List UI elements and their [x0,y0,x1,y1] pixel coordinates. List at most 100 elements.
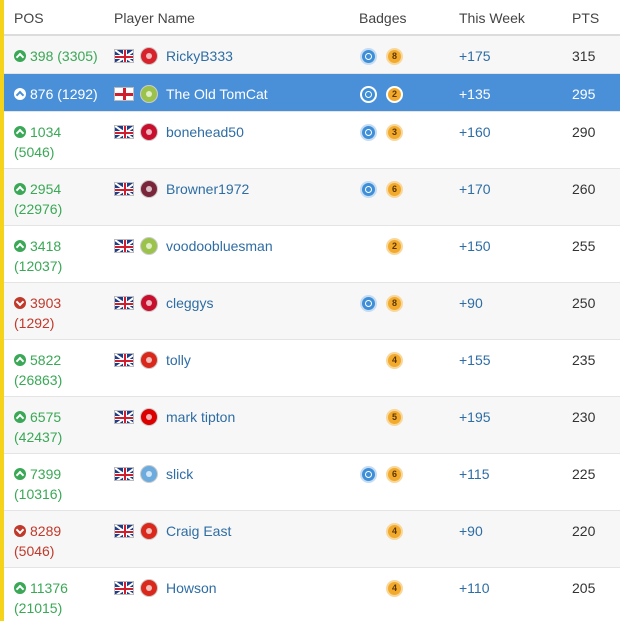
table-row[interactable]: 3418 (12037) voodoobluesman 2 +150 255 [4,226,620,283]
gold-badge-icon[interactable]: 8 [386,47,403,65]
player-name-link[interactable]: tolly [166,350,191,370]
uk-flag-icon [114,410,134,424]
previous-position-value: (22976) [14,201,63,217]
total-points: 230 [572,409,596,425]
target-badge-icon[interactable] [360,85,377,103]
uk-flag-icon [114,49,134,63]
arrow-up-icon [14,183,26,195]
player-name-link[interactable]: bonehead50 [166,122,244,142]
position-cell: 11376 (21015) [14,578,110,618]
gold-badge-icon[interactable]: 5 [386,408,403,426]
gold-badge-icon[interactable]: 3 [386,123,403,141]
this-week-points[interactable]: +90 [459,521,483,541]
position-cell: 398 (3305) [14,46,110,66]
player-name-link[interactable]: mark tipton [166,407,235,427]
position-value: 11376 [30,580,68,596]
player-cell: voodoobluesman [114,236,354,256]
arrow-up-icon [14,354,26,366]
player-cell: Craig East [114,521,354,541]
player-name-link[interactable]: cleggys [166,293,213,313]
player-name-link[interactable]: Howson [166,578,217,598]
total-points: 235 [572,352,596,368]
yeovil-crest-icon [140,237,158,255]
player-cell: tolly [114,350,354,370]
total-points: 220 [572,523,596,539]
leaderboard-table: POS Player Name Badges This Week PTS 398… [4,0,620,621]
total-points: 295 [572,86,596,102]
uk-flag-icon [114,524,134,538]
player-cell: cleggys [114,293,354,313]
gold-badge-icon[interactable]: 4 [386,522,403,540]
table-row[interactable]: 2954 (22976) Browner1972 6 +170 260 [4,169,620,226]
this-week-points[interactable]: +195 [459,407,491,427]
table-row[interactable]: 7399 (10316) slick 6 +115 225 [4,454,620,511]
header-player-name[interactable]: Player Name [114,10,195,26]
gold-badge-icon[interactable]: 4 [386,351,403,369]
badges-cell: 5 [360,407,450,427]
previous-position-value: (5046) [14,543,55,559]
manutd-crest-icon [140,351,158,369]
position-cell: 6575 (42437) [14,407,110,447]
position-value: 876 (1292) [30,86,98,102]
player-name-link[interactable]: voodoobluesman [166,236,273,256]
this-week-points[interactable]: +115 [459,464,490,484]
table-row[interactable]: 5822 (26863) tolly 4 +155 235 [4,340,620,397]
player-cell: slick [114,464,354,484]
player-cell: The Old TomCat [114,84,354,104]
gold-badge-icon[interactable]: 6 [386,465,403,483]
target-badge-icon[interactable] [360,465,377,483]
table-row[interactable]: 8289 (5046) Craig East 4 +90 220 [4,511,620,568]
arrow-down-icon [14,525,26,537]
player-name-link[interactable]: The Old TomCat [166,84,268,104]
this-week-points[interactable]: +155 [459,350,491,370]
badges-cell: 3 [360,122,450,142]
target-badge-icon[interactable] [360,180,377,198]
target-badge-icon[interactable] [360,294,377,312]
arrow-up-icon [14,411,26,423]
this-week-points[interactable]: +160 [459,122,491,142]
position-cell: 2954 (22976) [14,179,110,219]
header-pts[interactable]: PTS [572,10,599,26]
gold-badge-icon[interactable]: 4 [386,579,403,597]
player-name-link[interactable]: Craig East [166,521,231,541]
england-flag-icon [114,87,134,101]
position-value: 3418 [30,238,62,254]
table-row[interactable]: 3903 (1292) cleggys 8 +90 250 [4,283,620,340]
this-week-points[interactable]: +135 [459,84,491,104]
badges-cell: 4 [360,350,450,370]
player-name-link[interactable]: RickyB333 [166,46,233,66]
table-row[interactable]: 11376 (21015) Howson 4 +110 205 [4,568,620,621]
this-week-points[interactable]: +150 [459,236,491,256]
this-week-points[interactable]: +110 [459,578,490,598]
this-week-points[interactable]: +170 [459,179,491,199]
this-week-points[interactable]: +175 [459,46,491,66]
position-cell: 1034 (5046) [14,122,110,162]
header-this-week[interactable]: This Week [459,10,525,26]
uk-flag-icon [114,296,134,310]
this-week-points[interactable]: +90 [459,293,483,313]
position-value: 398 (3305) [30,48,98,64]
position-value: 2954 [30,181,62,197]
target-badge-icon[interactable] [360,123,377,141]
player-name-link[interactable]: Browner1972 [166,179,249,199]
gold-badge-icon[interactable]: 2 [386,237,403,255]
badges-cell: 6 [360,464,450,484]
table-row[interactable]: 1034 (5046) bonehead50 3 +160 290 [4,112,620,169]
table-header: POS Player Name Badges This Week PTS [4,0,620,36]
header-pos[interactable]: POS [14,10,44,26]
gold-badge-icon[interactable]: 8 [386,294,403,312]
header-badges[interactable]: Badges [359,10,406,26]
table-row[interactable]: 876 (1292) The Old TomCat 2 +135 295 [4,74,620,112]
arrow-up-icon [14,240,26,252]
table-row[interactable]: 398 (3305) RickyB333 8 +175 315 [4,36,620,74]
yeovil-crest-icon [140,85,158,103]
arrow-up-icon [14,468,26,480]
total-points: 315 [572,48,596,64]
target-badge-icon[interactable] [360,47,377,65]
player-name-link[interactable]: slick [166,464,193,484]
badges-cell: 2 [360,84,450,104]
gold-badge-icon[interactable]: 6 [386,180,403,198]
badges-cell: 4 [360,521,450,541]
table-row[interactable]: 6575 (42437) mark tipton 5 +195 230 [4,397,620,454]
gold-badge-icon[interactable]: 2 [386,85,403,103]
